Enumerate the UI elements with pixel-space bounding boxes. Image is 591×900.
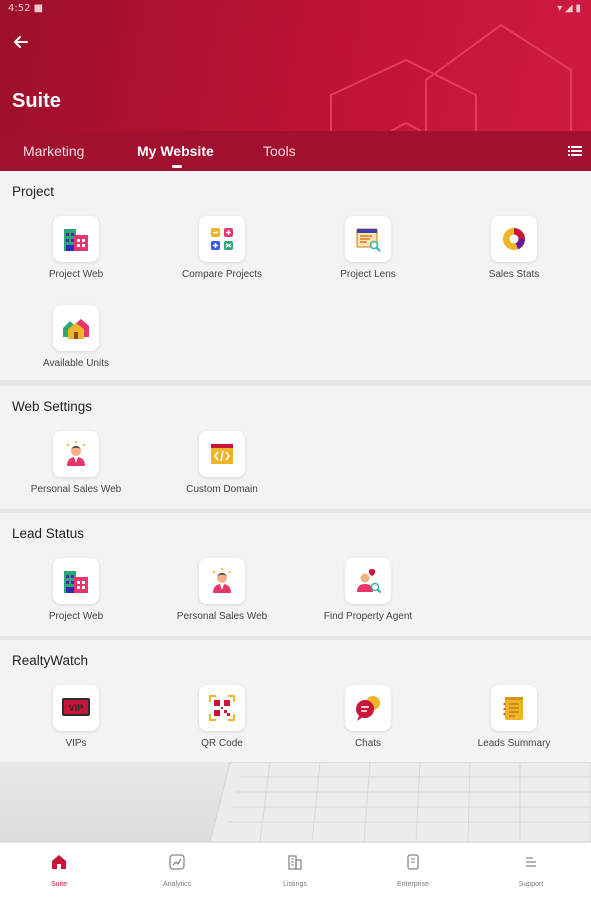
icon-box: [199, 216, 245, 262]
icon-box: [53, 305, 99, 351]
item-label: Custom Domain: [186, 484, 258, 495]
page-title: Suite: [12, 90, 61, 112]
tab-tools[interactable]: Tools: [263, 143, 296, 159]
item-label: Find Property Agent: [323, 611, 413, 622]
home-icon: [52, 855, 66, 869]
icon-box: [491, 685, 537, 731]
tab-bar: Marketing My Website Tools: [0, 131, 591, 171]
item-label: Leads Summary: [477, 738, 551, 749]
nav-listings[interactable]: Listings: [236, 853, 354, 888]
nav-label: Suite: [51, 881, 67, 888]
icon-box: [199, 685, 245, 731]
status-time: 4:52 ■: [8, 3, 44, 14]
item-label: Sales Stats: [488, 269, 540, 280]
icon-box: [345, 685, 391, 731]
buildings-icon: [64, 571, 88, 593]
section-realtywatch: RealtyWatch VIP VIPs QR Code Chats Leads…: [0, 640, 591, 762]
section-title-project: Project: [12, 184, 55, 199]
icon-box: [199, 558, 245, 604]
enterprise-icon: [407, 854, 419, 870]
item-label: QR Code: [201, 738, 243, 749]
item-label: Personal Sales Web: [176, 611, 268, 622]
icon-box: [53, 558, 99, 604]
app-header: 4:52 ■ ▾ ◢ ▮ Suite Marketing My Website …: [0, 0, 591, 171]
icon-box: VIP: [53, 685, 99, 731]
item-label: Personal Sales Web: [30, 484, 122, 495]
buildings-icon: [64, 229, 88, 251]
section-title-lead-status: Lead Status: [12, 526, 85, 541]
nav-enterprise[interactable]: Enterprise: [354, 853, 472, 888]
section-web-settings: Web Settings Personal Sales Web Custom D…: [0, 386, 591, 509]
item-compare-projects[interactable]: Compare Projects: [149, 216, 295, 280]
item-project-web-lead[interactable]: Project Web: [3, 558, 149, 622]
analytics-icon: [169, 854, 185, 870]
icon-box: [345, 558, 391, 604]
building-illustration: [209, 762, 591, 842]
item-vips[interactable]: VIP VIPs: [3, 685, 149, 749]
item-label: Project Lens: [340, 269, 396, 280]
houses-icon: [63, 319, 89, 339]
chat-icon: [356, 696, 380, 721]
listings-icon: [288, 855, 302, 870]
icon-box: [53, 431, 99, 477]
agent-icon: [66, 441, 86, 466]
find-agent-icon: [357, 569, 382, 594]
item-personal-sales-web[interactable]: Personal Sales Web: [3, 431, 149, 495]
agent-icon: [212, 568, 232, 593]
tab-marketing[interactable]: Marketing: [23, 143, 84, 159]
active-tab-indicator: [172, 165, 182, 168]
icon-box: [491, 216, 537, 262]
arrow-left-icon: [14, 36, 28, 48]
qr-code-icon: [209, 695, 235, 721]
back-button[interactable]: [10, 31, 32, 53]
item-qr-code[interactable]: QR Code: [149, 685, 295, 749]
item-label: Chats: [354, 738, 382, 749]
nav-label: Listings: [283, 881, 307, 888]
section-project: Project Project Web Compare Projects Pro…: [0, 171, 591, 380]
item-personal-sales-web-lead[interactable]: Personal Sales Web: [149, 558, 295, 622]
section-title-realtywatch: RealtyWatch: [12, 653, 89, 668]
compare-icon: [211, 228, 233, 250]
tab-my-website[interactable]: My Website: [137, 143, 214, 159]
nav-label: Support: [518, 881, 544, 888]
icon-box: [199, 431, 245, 477]
item-label: Project Web: [48, 269, 104, 280]
icon-box: [345, 216, 391, 262]
nav-label: Enterprise: [397, 881, 429, 888]
item-label: VIPs: [65, 738, 87, 749]
nav-label: Analytics: [162, 881, 191, 888]
bottom-navigation: Suite Analytics Listings Enterprise Supp…: [0, 842, 591, 900]
background-building-image: [0, 762, 591, 842]
status-bar: 4:52 ■ ▾ ◢ ▮: [0, 0, 591, 20]
support-icon: [526, 857, 536, 867]
item-custom-domain[interactable]: Custom Domain: [149, 431, 295, 495]
list-view-icon[interactable]: [568, 145, 582, 157]
item-label: Compare Projects: [181, 269, 263, 280]
item-sales-stats[interactable]: Sales Stats: [441, 216, 587, 280]
vip-icon: VIP: [62, 698, 90, 716]
section-lead-status: Lead Status Project Web Personal Sales W…: [0, 513, 591, 636]
item-project-lens[interactable]: Project Lens: [295, 216, 441, 280]
pie-chart-icon: [503, 228, 526, 250]
code-window-icon: [211, 444, 233, 464]
item-available-units[interactable]: Available Units: [3, 305, 149, 369]
status-icons: ▾ ◢ ▮: [557, 3, 581, 14]
icon-box: [53, 216, 99, 262]
section-title-web-settings: Web Settings: [12, 399, 93, 414]
notepad-icon: [503, 697, 523, 720]
item-label: Available Units: [43, 358, 109, 369]
lens-icon: [356, 228, 381, 252]
nav-support[interactable]: Support: [472, 853, 590, 888]
item-chats[interactable]: Chats: [295, 685, 441, 749]
item-project-web[interactable]: Project Web: [3, 216, 149, 280]
item-find-property-agent[interactable]: Find Property Agent: [295, 558, 441, 622]
nav-analytics[interactable]: Analytics: [118, 853, 236, 888]
nav-suite[interactable]: Suite: [0, 853, 118, 888]
item-leads-summary[interactable]: Leads Summary: [441, 685, 587, 749]
item-label: Project Web: [48, 611, 104, 622]
svg-text:VIP: VIP: [69, 703, 84, 713]
